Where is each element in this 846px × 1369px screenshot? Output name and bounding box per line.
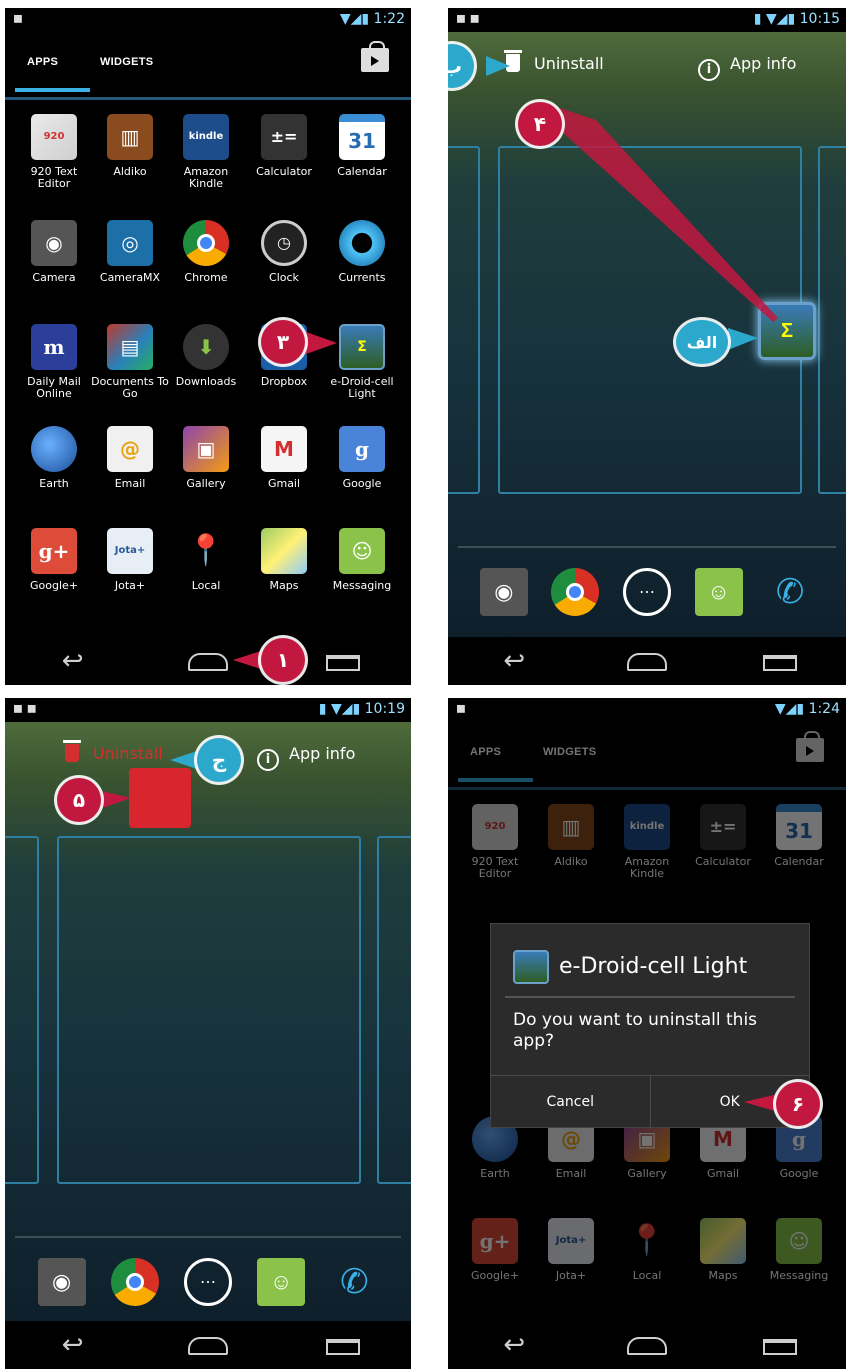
callout-j-pointer	[170, 750, 200, 770]
callout-pointers	[744, 1094, 778, 1112]
home-drag-screen: ◼ ◼ ▮ ▼◢▮ 10:15 Uninstall i App info Σ ◉ …	[448, 8, 846, 685]
uninstall-confirm-screen: ◼ ▼◢▮ 1:24 APPS WIDGETS 920 920 Text Edit…	[448, 698, 846, 1369]
callout-5: ۵	[57, 778, 101, 822]
callout-4-pointer	[560, 108, 778, 322]
app-drawer-screen: ◼ ▼◢▮ 1:22 APPS WIDGETS 920 920 Text Edit…	[5, 8, 411, 685]
callout-4: ۴	[518, 102, 562, 146]
callout-alef: الف	[676, 320, 728, 364]
callout-j: ج	[197, 738, 241, 782]
callout-alef-pointer	[728, 328, 758, 350]
callout-1: ۱	[261, 638, 305, 682]
callout-6: ۶	[776, 1082, 820, 1126]
callout-pointers	[486, 56, 778, 350]
callout-b-pointer	[486, 56, 510, 76]
callout-3: ۳	[261, 320, 305, 364]
home-drop-screen: ◼ ◼ ▮ ▼◢▮ 10:19 Uninstall i App info ◉ ⋯ …	[5, 698, 411, 1369]
callout-5-pointer	[97, 790, 131, 810]
callout-pointers	[233, 328, 337, 672]
callout-6-pointer	[744, 1094, 778, 1112]
